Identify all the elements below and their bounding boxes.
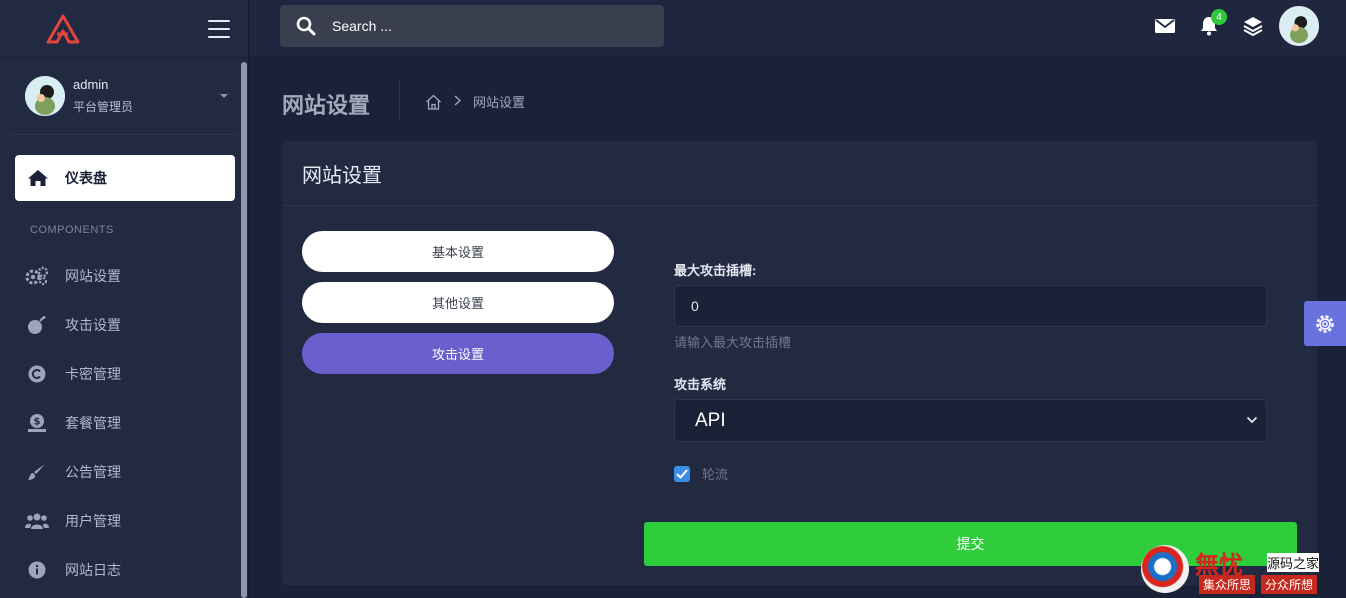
search-icon bbox=[296, 16, 316, 36]
rotate-label: 轮流 bbox=[702, 467, 729, 482]
mail-icon[interactable] bbox=[1154, 15, 1176, 37]
money-icon: $ bbox=[24, 413, 50, 433]
max-slots-input[interactable] bbox=[674, 285, 1267, 327]
attack-system-select[interactable]: API bbox=[674, 399, 1267, 442]
sidebar-item-site-settings[interactable]: 网站设置 bbox=[24, 251, 229, 300]
attack-system-label: 攻击系统 bbox=[674, 377, 727, 392]
sidebar-item-site-log[interactable]: 网站日志 bbox=[24, 545, 229, 594]
bomb-icon bbox=[24, 315, 50, 335]
logo-icon[interactable] bbox=[46, 14, 80, 44]
sidebar-item-label: 攻击设置 bbox=[65, 316, 121, 333]
copyright-icon bbox=[24, 364, 50, 384]
tab-attack-settings[interactable]: 攻击设置 bbox=[302, 333, 614, 374]
nav-section-label: COMPONENTS bbox=[30, 224, 114, 236]
sidebar-item-label: 用户管理 bbox=[65, 512, 121, 529]
bell-icon[interactable]: 4 bbox=[1198, 9, 1227, 37]
sidebar-item-attack-settings[interactable]: 攻击设置 bbox=[24, 300, 229, 349]
sidebar-item-label: 网站设置 bbox=[65, 267, 121, 284]
chevron-right-icon bbox=[454, 94, 462, 109]
nav-list: 网站设置 攻击设置 卡密管理 $ 套餐管理 公告管理 用户管理 网站日志 bbox=[24, 251, 229, 594]
sidebar-item-announcements[interactable]: 公告管理 bbox=[24, 447, 229, 496]
cogs-icon bbox=[24, 266, 50, 286]
breadcrumb-current: 网站设置 bbox=[473, 95, 526, 110]
users-icon bbox=[24, 511, 50, 531]
tab-basic-settings[interactable]: 基本设置 bbox=[302, 231, 614, 272]
avatar bbox=[25, 76, 65, 116]
svg-text:$: $ bbox=[34, 416, 41, 427]
card-title: 网站设置 bbox=[282, 141, 1317, 206]
checkmark-icon bbox=[676, 468, 688, 479]
watermark-logo-icon bbox=[1141, 545, 1189, 593]
watermark-row2-left: 集众所思 bbox=[1199, 575, 1256, 594]
search-input[interactable] bbox=[332, 18, 632, 34]
brush-icon bbox=[24, 462, 50, 482]
max-slots-label: 最大攻击插槽: bbox=[674, 263, 757, 278]
menu-toggle-icon[interactable] bbox=[208, 19, 230, 38]
sidebar-item-label: 套餐管理 bbox=[65, 414, 121, 431]
avatar[interactable] bbox=[1279, 6, 1319, 46]
topbar: 4 bbox=[250, 0, 1346, 58]
rotate-option: 轮流 bbox=[674, 464, 728, 483]
watermark-small: 源码之家 bbox=[1267, 553, 1320, 572]
tab-other-settings[interactable]: 其他设置 bbox=[302, 282, 614, 323]
title-divider bbox=[399, 80, 400, 120]
max-slots-help: 请输入最大攻击插槽 bbox=[674, 335, 792, 350]
user-panel[interactable]: admin 平台管理员 bbox=[10, 58, 238, 135]
home-icon bbox=[28, 170, 48, 186]
watermark-row2-right: 分众所想 bbox=[1261, 575, 1318, 594]
sidebar-item-users[interactable]: 用户管理 bbox=[24, 496, 229, 545]
home-icon[interactable] bbox=[425, 94, 442, 110]
sidebar-item-card-keys[interactable]: 卡密管理 bbox=[24, 349, 229, 398]
breadcrumb: 网站设置 bbox=[425, 92, 525, 111]
attack-system-value: API bbox=[695, 409, 726, 431]
rotate-checkbox[interactable] bbox=[674, 465, 690, 482]
search-box[interactable] bbox=[280, 5, 664, 47]
sidebar-item-packages[interactable]: $ 套餐管理 bbox=[24, 398, 229, 447]
user-role: 平台管理员 bbox=[73, 100, 134, 114]
sidebar-item-label: 网站日志 bbox=[65, 561, 121, 578]
notification-badge: 4 bbox=[1211, 9, 1227, 25]
sidebar-item-label: 公告管理 bbox=[65, 463, 121, 480]
gear-icon bbox=[1316, 314, 1334, 333]
layers-icon[interactable] bbox=[1242, 15, 1264, 37]
chevron-down-icon bbox=[1246, 416, 1258, 424]
topbar-icons: 4 bbox=[1132, 6, 1319, 46]
settings-card: 网站设置 基本设置 其他设置 攻击设置 最大攻击插槽: 请输入最大攻击插槽 攻击… bbox=[282, 141, 1317, 585]
sidebar: admin 平台管理员 仪表盘 COMPONENTS 网站设置 攻击设置 卡密管… bbox=[0, 0, 249, 598]
watermark: 無忧 源码之家 集众所思 分众所想 bbox=[1141, 543, 1336, 595]
sidebar-header bbox=[0, 0, 248, 58]
caret-down-icon[interactable] bbox=[220, 94, 228, 98]
sidebar-item-label: 卡密管理 bbox=[65, 365, 121, 382]
sidebar-scrollbar[interactable] bbox=[241, 62, 247, 598]
user-name: admin bbox=[73, 77, 109, 92]
sidebar-item-dashboard[interactable]: 仪表盘 bbox=[15, 155, 235, 201]
page-title: 网站设置 bbox=[282, 93, 371, 118]
settings-fab[interactable] bbox=[1304, 301, 1346, 346]
sidebar-item-label: 仪表盘 bbox=[65, 170, 107, 186]
info-icon bbox=[24, 560, 50, 580]
